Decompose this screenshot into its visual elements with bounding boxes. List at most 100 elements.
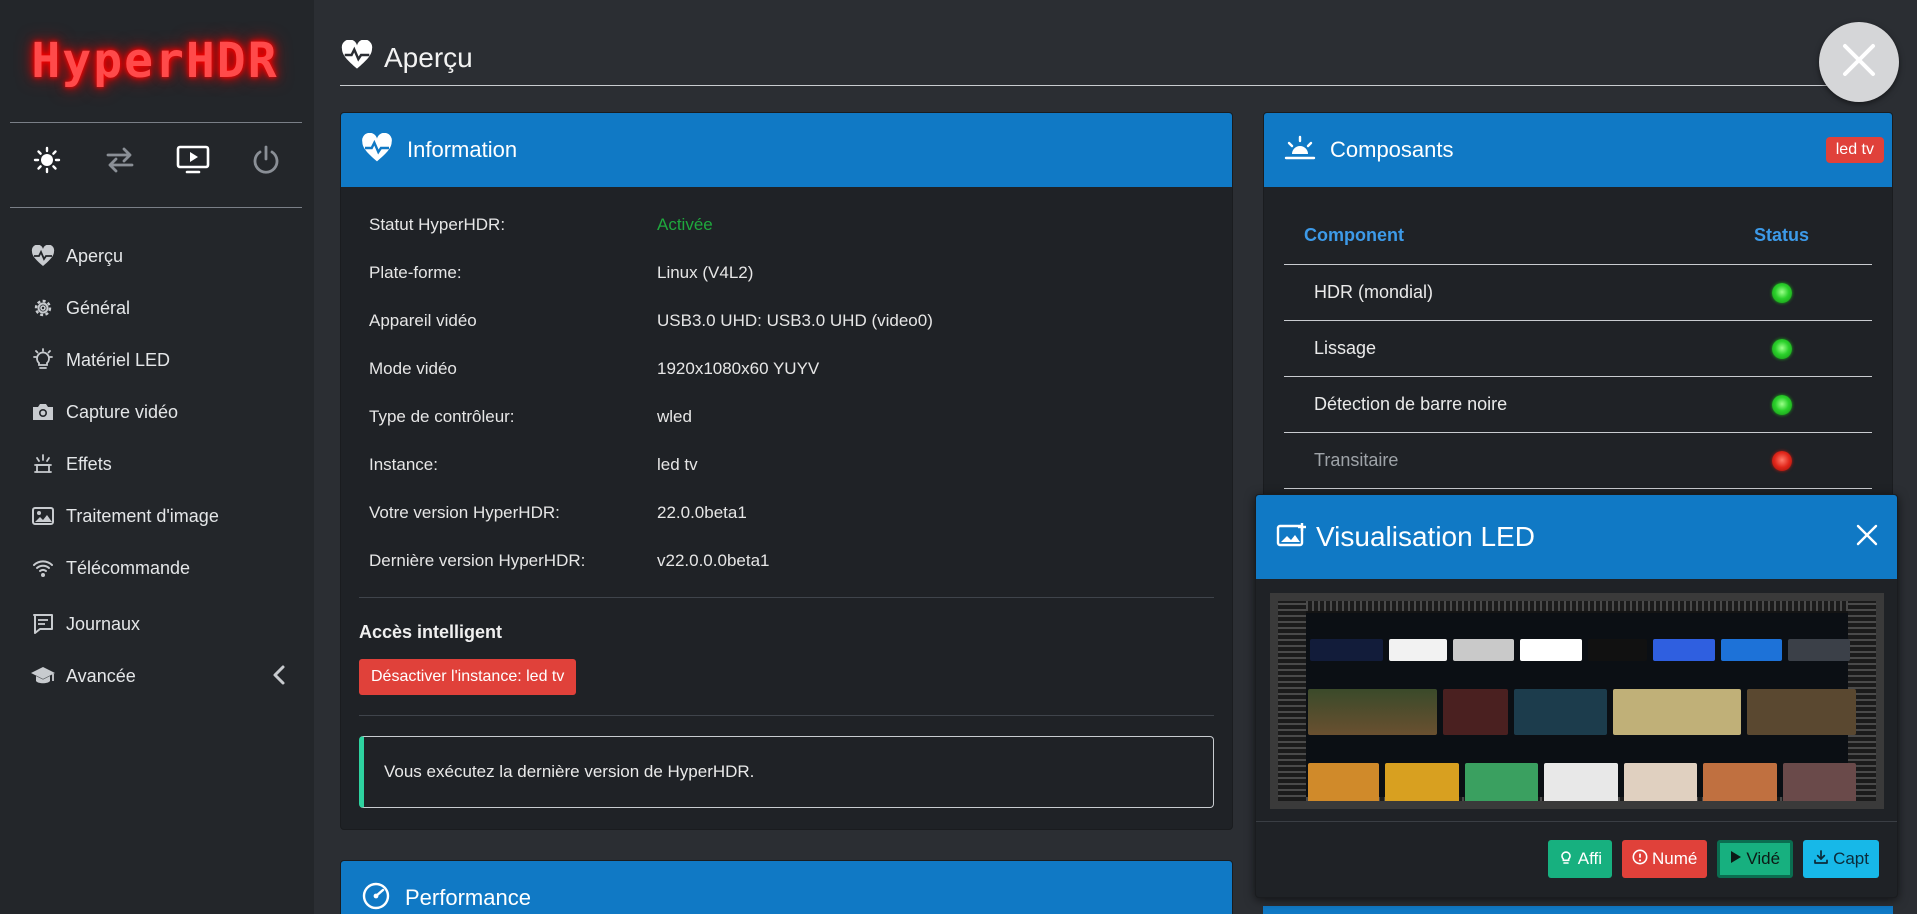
hyperhdr-logo[interactable]: HyperHDR bbox=[30, 32, 280, 90]
components-card-header: Composants bbox=[1264, 113, 1892, 187]
sidebar-item-avancee[interactable]: Avancée bbox=[0, 650, 314, 702]
info-rows: Statut HyperHDR: Activée Plate-forme: Linu… bbox=[341, 187, 1232, 585]
wifi-remote-icon bbox=[30, 555, 56, 581]
smart-access-title: Accès intelligent bbox=[359, 622, 503, 642]
effects-icon bbox=[30, 451, 56, 477]
heartbeat-icon bbox=[30, 243, 56, 269]
page-title: Aperçu bbox=[384, 41, 473, 73]
components-table-header: Component Status bbox=[1284, 207, 1872, 265]
info-row-your-version: Votre version HyperHDR: 22.0.0beta1 bbox=[369, 489, 1204, 537]
components-table: Component Status HDR (mondial) Lissage D… bbox=[1284, 207, 1872, 489]
lightbulb-icon bbox=[30, 347, 56, 373]
table-row: Lissage bbox=[1284, 321, 1872, 377]
led-visualisation-actions: Affi Numé Vidé Capt bbox=[1547, 840, 1879, 878]
app-tiles-row bbox=[1310, 639, 1850, 661]
info-value: v22.0.0.0beta1 bbox=[657, 551, 770, 570]
led-numbers-button[interactable]: Numé bbox=[1622, 840, 1708, 878]
sun-icon[interactable] bbox=[27, 140, 67, 180]
sidebar-item-apercu[interactable]: Aperçu bbox=[0, 230, 314, 282]
version-callout: Vous exécutez la dernière version de Hyp… bbox=[359, 736, 1214, 808]
information-card: Information Statut HyperHDR: Activée Plat… bbox=[340, 112, 1233, 830]
performance-card-title: Performance bbox=[405, 885, 531, 910]
panel-footer-divider bbox=[1256, 821, 1897, 822]
sidebar-item-label: Général bbox=[66, 297, 131, 318]
led-visualisation-header: Visualisation LED bbox=[1256, 495, 1897, 579]
performance-card-header: Performance bbox=[341, 861, 1232, 914]
close-icon bbox=[1839, 40, 1879, 85]
component-name: Transitaire bbox=[1314, 450, 1399, 470]
info-row-video-device: Appareil vidéo USB3.0 UHD: USB3.0 UHD (vi… bbox=[369, 297, 1204, 345]
sidebar-item-traitement-image[interactable]: Traitement d'image bbox=[0, 490, 314, 542]
column-header-component: Component bbox=[1304, 225, 1404, 245]
info-circle-icon bbox=[1632, 849, 1648, 870]
info-key: Type de contrôleur: bbox=[369, 407, 515, 426]
sidebar-item-label: Journaux bbox=[66, 613, 141, 634]
led-preview-screen bbox=[1270, 593, 1884, 809]
info-key: Mode vidéo bbox=[369, 359, 457, 378]
info-key: Instance: bbox=[369, 455, 438, 474]
sidebar-item-label: Matériel LED bbox=[66, 349, 171, 370]
info-value: USB3.0 UHD: USB3.0 UHD (video0) bbox=[657, 311, 933, 330]
sidebar-item-label: Télécommande bbox=[66, 557, 191, 578]
information-card-title: Information bbox=[407, 137, 518, 162]
content-tiles-row bbox=[1308, 689, 1856, 735]
table-row: Transitaire bbox=[1284, 433, 1872, 489]
show-leds-button[interactable]: Affi bbox=[1547, 840, 1612, 878]
info-row-instance: Instance: led tv bbox=[369, 441, 1204, 489]
divider bbox=[359, 715, 1214, 716]
sidebar-divider bbox=[10, 207, 302, 208]
status-on-indicator bbox=[1772, 338, 1792, 359]
page-header: Aperçu bbox=[340, 30, 1890, 86]
info-row-platform: Plate-forme: Linux (V4L2) bbox=[369, 249, 1204, 297]
status-on-indicator bbox=[1772, 394, 1792, 415]
info-key: Votre version HyperHDR: bbox=[369, 503, 560, 522]
sidebar-item-general[interactable]: Général bbox=[0, 282, 314, 334]
sidebar-item-label: Avancée bbox=[66, 665, 136, 686]
sidebar-item-capture-video[interactable]: Capture vidéo bbox=[0, 386, 314, 438]
button-label: Vidé bbox=[1746, 849, 1781, 868]
disable-instance-button[interactable]: Désactiver l'instance: led tv bbox=[359, 659, 577, 695]
info-key: Dernière version HyperHDR: bbox=[369, 551, 586, 570]
capture-download-button[interactable]: Capt bbox=[1803, 840, 1879, 878]
components-card-title: Composants bbox=[1330, 137, 1454, 162]
sidebar-item-label: Aperçu bbox=[66, 245, 124, 266]
column-header-status: Status bbox=[1754, 225, 1810, 245]
image-icon bbox=[30, 503, 56, 529]
info-value: 1920x1080x60 YUYV bbox=[657, 359, 820, 378]
info-value: wled bbox=[657, 407, 692, 426]
graduation-cap-icon bbox=[30, 663, 56, 689]
info-row-controller: Type de contrôleur: wled bbox=[369, 393, 1204, 441]
chevron-left-icon[interactable] bbox=[272, 664, 286, 691]
sidebar-item-effets[interactable]: Effets bbox=[0, 438, 314, 490]
info-value: Activée bbox=[657, 215, 713, 234]
table-row: HDR (mondial) bbox=[1284, 265, 1872, 321]
info-row-latest-version: Dernière version HyperHDR: v22.0.0.0beta1 bbox=[369, 537, 1204, 585]
component-name: Détection de barre noire bbox=[1314, 394, 1508, 414]
component-name: Lissage bbox=[1314, 338, 1377, 358]
led-strip-left bbox=[1278, 601, 1306, 801]
sidebar-item-label: Effets bbox=[66, 453, 112, 474]
power-icon[interactable] bbox=[246, 140, 286, 180]
close-overlay-button[interactable] bbox=[1819, 22, 1899, 102]
info-key: Statut HyperHDR: bbox=[369, 215, 506, 234]
arrows-swap-icon[interactable] bbox=[100, 140, 140, 180]
close-icon[interactable] bbox=[1855, 523, 1879, 552]
led-visualisation-panel: Visualisation LED Affi Numé Vidé Capt bbox=[1255, 494, 1898, 898]
status-on-indicator bbox=[1772, 282, 1792, 303]
component-name: HDR (mondial) bbox=[1314, 282, 1434, 302]
info-value: led tv bbox=[657, 455, 698, 474]
sidebar-item-materiel-led[interactable]: Matériel LED bbox=[0, 334, 314, 386]
heartbeat-icon bbox=[340, 39, 374, 75]
sidebar-item-journaux[interactable]: Journaux bbox=[0, 598, 314, 650]
sidebar-item-telecommande[interactable]: Télécommande bbox=[0, 542, 314, 594]
sidebar: HyperHDR Aperçu Général Matériel LED Cap… bbox=[0, 0, 314, 914]
screen-play-icon[interactable] bbox=[173, 140, 213, 180]
sidebar-item-label: Traitement d'image bbox=[66, 505, 219, 526]
download-icon bbox=[1813, 849, 1829, 870]
lightbulb-icon bbox=[1558, 849, 1574, 870]
button-label: Numé bbox=[1652, 849, 1698, 868]
sunrise-icon bbox=[1284, 134, 1316, 167]
video-preview-button[interactable]: Vidé bbox=[1717, 840, 1794, 878]
components-card: Composants led tv Component Status HDR (… bbox=[1263, 112, 1893, 512]
quick-actions bbox=[10, 140, 302, 180]
